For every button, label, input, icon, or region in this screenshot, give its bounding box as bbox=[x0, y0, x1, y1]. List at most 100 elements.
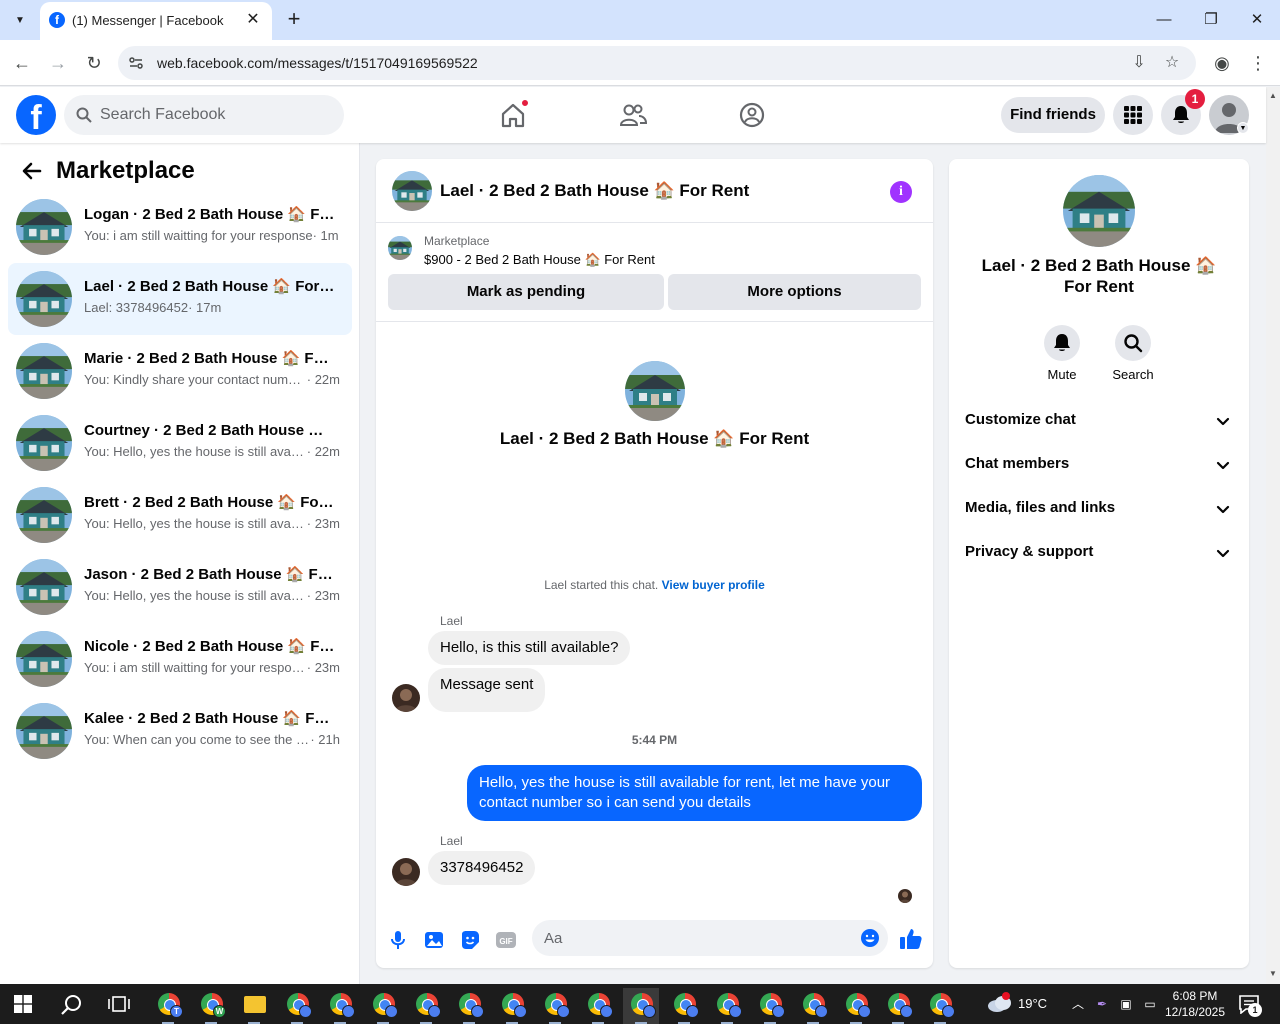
sender-avatar[interactable] bbox=[392, 858, 420, 886]
chrome-icon[interactable]: W bbox=[193, 988, 229, 1024]
new-tab-icon[interactable]: + bbox=[282, 8, 306, 32]
chrome-icon[interactable]: T bbox=[150, 988, 186, 1024]
info-section-row[interactable]: Privacy & support bbox=[957, 531, 1241, 575]
back-arrow-icon[interactable] bbox=[20, 159, 44, 183]
scroll-up-arrow-icon[interactable]: ▲ bbox=[1269, 91, 1277, 100]
chrome-icon[interactable] bbox=[709, 988, 745, 1024]
info-section-row[interactable]: Media, files and links bbox=[957, 487, 1241, 531]
chrome-icon[interactable] bbox=[580, 988, 616, 1024]
info-panel-avatar[interactable] bbox=[1063, 175, 1135, 247]
chrome-icon[interactable] bbox=[795, 988, 831, 1024]
chrome-icon[interactable] bbox=[279, 988, 315, 1024]
page-scrollbar[interactable]: ▲ ▼ bbox=[1266, 87, 1280, 984]
conversation-item[interactable]: Lael · 2 Bed 2 Bath House 🏠 For Rent Lael… bbox=[8, 263, 352, 335]
browser-tab-active[interactable]: f (1) Messenger | Facebook ✕ bbox=[40, 2, 272, 40]
restore-icon[interactable]: ❐ bbox=[1197, 8, 1225, 32]
chrome-icon[interactable] bbox=[451, 988, 487, 1024]
mark-as-pending-button[interactable]: Mark as pending bbox=[388, 274, 664, 310]
chrome-icon[interactable] bbox=[623, 988, 659, 1024]
sticker-icon[interactable] bbox=[458, 928, 482, 952]
find-friends-button[interactable]: Find friends bbox=[1001, 97, 1105, 133]
info-icon[interactable]: i bbox=[890, 181, 912, 203]
facebook-search[interactable] bbox=[64, 95, 344, 135]
meet-now-icon[interactable]: ▣ bbox=[1118, 996, 1134, 1012]
conversation-item[interactable]: Brett · 2 Bed 2 Bath House 🏠 For Rent You… bbox=[8, 479, 352, 551]
account-chevron-icon[interactable]: ▼ bbox=[1237, 122, 1249, 134]
chrome-icon[interactable] bbox=[752, 988, 788, 1024]
windows-start-icon[interactable] bbox=[14, 995, 32, 1013]
chat-header-avatar[interactable] bbox=[392, 171, 432, 211]
groups-nav-icon[interactable] bbox=[734, 97, 770, 133]
mute-action[interactable]: Mute bbox=[1032, 325, 1092, 382]
gif-icon[interactable]: GIF bbox=[494, 928, 518, 952]
chrome-icon[interactable] bbox=[494, 988, 530, 1024]
conversation-item[interactable]: Marie · 2 Bed 2 Bath House 🏠 For Rent You… bbox=[8, 335, 352, 407]
window-close-icon[interactable]: ✕ bbox=[1243, 8, 1271, 32]
chrome-icon[interactable] bbox=[880, 988, 916, 1024]
microphone-icon[interactable] bbox=[386, 928, 410, 952]
omnibox[interactable]: web.facebook.com/messages/t/151704916956… bbox=[118, 46, 1196, 80]
home-nav-icon[interactable] bbox=[495, 97, 531, 133]
chrome-icon[interactable] bbox=[408, 988, 444, 1024]
message-bubble-outgoing[interactable]: Hello, yes the house is still available … bbox=[467, 765, 922, 821]
task-view-icon[interactable] bbox=[108, 994, 130, 1014]
chrome-icon[interactable] bbox=[838, 988, 874, 1024]
conversation-item[interactable]: Jason · 2 Bed 2 Bath House 🏠 For Rent You… bbox=[8, 551, 352, 623]
menu-grid-button[interactable] bbox=[1113, 95, 1153, 135]
listing-title[interactable]: $900 - 2 Bed 2 Bath House 🏠 For Rent bbox=[424, 252, 655, 268]
browser-address-bar: ← → ↻ web.facebook.com/messages/t/151704… bbox=[0, 40, 1280, 86]
sender-avatar[interactable] bbox=[392, 684, 420, 712]
conversation-item[interactable]: Logan · 2 Bed 2 Bath House 🏠 For Rent You… bbox=[8, 191, 352, 263]
url-text[interactable]: web.facebook.com/messages/t/151704916956… bbox=[157, 55, 478, 71]
tray-overflow-icon[interactable]: ︿ bbox=[1070, 996, 1086, 1012]
chrome-icon[interactable] bbox=[365, 988, 401, 1024]
forward-icon[interactable]: → bbox=[46, 51, 70, 75]
reload-icon[interactable]: ↻ bbox=[82, 51, 106, 75]
bookmark-star-icon[interactable]: ☆ bbox=[1162, 53, 1182, 73]
weather-widget[interactable]: 19°C bbox=[986, 992, 1056, 1016]
listing-thumbnail[interactable] bbox=[388, 236, 412, 260]
tab-close-icon[interactable]: ✕ bbox=[242, 9, 264, 31]
facebook-logo[interactable]: f bbox=[16, 95, 56, 135]
conversation-item[interactable]: Kalee · 2 Bed 2 Bath House 🏠 For Rent You… bbox=[8, 695, 352, 767]
message-input[interactable] bbox=[544, 920, 844, 956]
chrome-icon[interactable] bbox=[922, 988, 958, 1024]
message-bubble-incoming[interactable]: Hello, is this still available? bbox=[428, 631, 631, 665]
site-settings-icon[interactable] bbox=[128, 55, 144, 71]
emoji-icon[interactable] bbox=[860, 928, 880, 948]
chat-header-title[interactable]: Lael · 2 Bed 2 Bath House 🏠 For Rent bbox=[440, 181, 749, 201]
taskbar-search-icon[interactable] bbox=[60, 993, 84, 1017]
conversation-preview: You: When can you come to see the house … bbox=[84, 732, 340, 747]
chrome-icon[interactable] bbox=[537, 988, 573, 1024]
chrome-icon[interactable] bbox=[666, 988, 702, 1024]
scroll-down-arrow-icon[interactable]: ▼ bbox=[1269, 969, 1277, 978]
pen-icon[interactable]: ✒ bbox=[1094, 996, 1110, 1012]
tab-search-dropdown-icon[interactable]: ▼ bbox=[8, 8, 32, 32]
profile-badge bbox=[428, 1005, 441, 1018]
chrome-icon[interactable] bbox=[322, 988, 358, 1024]
browser-menu-icon[interactable]: ⋮ bbox=[1246, 51, 1270, 75]
info-section-label: Privacy & support bbox=[965, 543, 1094, 560]
photo-icon[interactable] bbox=[422, 928, 446, 952]
thumbs-up-icon[interactable] bbox=[898, 926, 924, 952]
conversation-item[interactable]: Nicole · 2 Bed 2 Bath House 🏠 For Rent Yo… bbox=[8, 623, 352, 695]
file-explorer-icon[interactable] bbox=[236, 988, 272, 1024]
message-bubble-incoming[interactable]: 3378496452 bbox=[428, 851, 536, 885]
info-section-row[interactable]: Chat members bbox=[957, 443, 1241, 487]
view-buyer-profile-link[interactable]: View buyer profile bbox=[662, 578, 765, 592]
friends-nav-icon[interactable] bbox=[615, 97, 651, 133]
network-icon[interactable]: ▭ bbox=[1142, 996, 1158, 1012]
message-bubble-incoming[interactable]: Message sent bbox=[428, 668, 546, 712]
info-section-row[interactable]: Customize chat bbox=[957, 399, 1241, 443]
search-action[interactable]: Search bbox=[1103, 325, 1163, 382]
profile-icon[interactable]: ◉ bbox=[1210, 51, 1234, 75]
install-app-icon[interactable]: ⇩ bbox=[1129, 53, 1149, 73]
notifications-button[interactable]: 1 bbox=[1161, 89, 1205, 135]
back-icon[interactable]: ← bbox=[10, 51, 34, 75]
minimize-icon[interactable]: — bbox=[1150, 8, 1178, 32]
conversation-item[interactable]: Courtney · 2 Bed 2 Bath House 🏠 For Rent… bbox=[8, 407, 352, 479]
conversation-time: · 17m bbox=[188, 300, 222, 315]
taskbar-clock[interactable]: 6:08 PM 12/18/2025 bbox=[1158, 988, 1232, 1020]
more-options-button[interactable]: More options bbox=[668, 274, 921, 310]
search-input[interactable] bbox=[100, 95, 336, 135]
